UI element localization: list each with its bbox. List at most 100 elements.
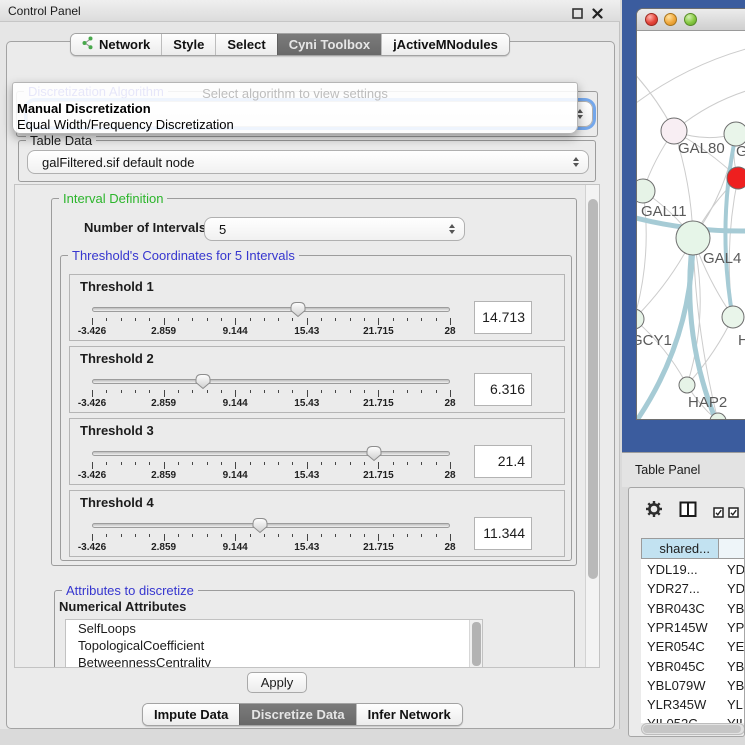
slider-handle[interactable] — [194, 373, 212, 390]
attribute-item[interactable]: SelfLoops — [66, 620, 482, 637]
tab-infer-network[interactable]: Infer Network — [356, 704, 462, 725]
tab-impute-data[interactable]: Impute Data — [143, 704, 239, 725]
tick-mark — [393, 318, 394, 321]
popup-option-manual-discretization[interactable]: Manual Discretization — [17, 101, 151, 116]
slider-track[interactable] — [92, 523, 450, 528]
tick-mark — [235, 534, 236, 541]
table-data-group: Table Data galFiltered.sif default node — [18, 140, 596, 182]
slider-track[interactable] — [92, 379, 450, 384]
threshold-label: Threshold 3 — [80, 423, 154, 438]
number-of-intervals-value: 5 — [219, 222, 226, 237]
tick-mark — [121, 534, 122, 537]
tick-mark — [407, 534, 408, 537]
network-node-label: GAL4 — [703, 250, 741, 267]
table-cell[interactable]: YBL0 — [727, 676, 745, 695]
tick-label: -3.426 — [78, 398, 106, 409]
attributes-scrollbar[interactable] — [469, 620, 482, 668]
tab-style[interactable]: Style — [161, 34, 215, 55]
tab-network[interactable]: Network — [71, 34, 161, 55]
checkbox-checked-icon[interactable] — [713, 505, 724, 523]
table-cell[interactable]: YIL0 — [727, 714, 745, 723]
checkbox-checked-icon[interactable] — [728, 505, 739, 523]
slider-handle[interactable] — [251, 517, 269, 534]
zoom-traffic-light-icon[interactable] — [684, 13, 697, 26]
network-view-window: GAL80GCGAL11GAL4GCY1HHAP2 — [636, 8, 745, 420]
threshold-value-field[interactable]: 11.344 — [474, 517, 532, 550]
table-panel-titlebar: Table Panel — [622, 452, 745, 487]
app-root: Control Panel NetworkStyleSelectCyni Too… — [0, 0, 745, 745]
tab-jactivemnodules[interactable]: jActiveMNodules — [381, 34, 509, 55]
cyni-mode-tabs: Impute DataDiscretize DataInfer Network — [142, 703, 463, 726]
close-icon[interactable] — [592, 6, 603, 17]
tick-mark — [278, 534, 279, 537]
table-cell[interactable]: YBL079W — [647, 676, 706, 695]
numerical-attributes-list: SelfLoopsTopologicalCoefficientBetweenne… — [65, 619, 483, 668]
number-of-intervals-combo[interactable]: 5 — [204, 217, 465, 241]
close-traffic-light-icon[interactable] — [645, 13, 658, 26]
table-cell[interactable]: YBR045C — [647, 657, 705, 676]
slider-track[interactable] — [92, 451, 450, 456]
tab-discretize-data[interactable]: Discretize Data — [239, 704, 355, 725]
table-horizontal-scrollbar[interactable] — [641, 723, 745, 735]
numerical-attributes-label: Numerical Attributes — [59, 599, 186, 614]
table-cell[interactable]: YBR043C — [647, 599, 705, 618]
table-cell[interactable]: YPR1 — [727, 618, 745, 637]
network-icon — [82, 36, 94, 53]
column-header-shared-name[interactable]: shared... — [641, 538, 719, 559]
table-cell[interactable]: YER0 — [727, 637, 745, 656]
table-cell[interactable]: YBR0 — [727, 599, 745, 618]
table-horizontal-scrollbar-thumb[interactable] — [643, 725, 741, 733]
tick-label: 21.715 — [363, 326, 394, 337]
popup-option-equal-width-frequency[interactable]: Equal Width/Frequency Discretization — [17, 117, 234, 132]
tick-mark — [250, 462, 251, 465]
attributes-group: Attributes to discretize Numerical Attri… — [54, 590, 575, 668]
table-cell[interactable]: YLR3 — [727, 695, 745, 714]
table-cell[interactable]: YDL19... — [647, 560, 698, 579]
tab-label: Network — [99, 37, 150, 52]
tab-cyni-toolbox[interactable]: Cyni Toolbox — [277, 34, 381, 55]
table-cell[interactable]: YDR27... — [647, 579, 700, 598]
table-cell[interactable]: YIL052C — [647, 714, 698, 723]
table-cell[interactable]: YDL1 — [727, 560, 745, 579]
table-cell[interactable]: YLR345W — [647, 695, 706, 714]
tick-mark — [321, 390, 322, 393]
attribute-item[interactable]: TopologicalCoefficient — [66, 637, 482, 654]
tab-label: Cyni Toolbox — [289, 37, 370, 52]
thresholds-group: Threshold's Coordinates for 5 Intervals … — [60, 255, 572, 561]
network-node-red[interactable] — [727, 167, 745, 189]
tab-select[interactable]: Select — [215, 34, 276, 55]
network-node-gal11[interactable] — [637, 179, 655, 203]
attributes-scrollbar-thumb[interactable] — [472, 622, 481, 666]
vertical-scrollbar[interactable] — [585, 185, 599, 667]
settings-gear-icon[interactable] — [645, 500, 663, 523]
slider-handle[interactable] — [289, 301, 307, 318]
threshold-value-field[interactable]: 21.4 — [474, 445, 532, 478]
network-node-h[interactable] — [722, 306, 744, 328]
float-window-icon[interactable] — [572, 6, 583, 17]
table-cell[interactable]: YBR0 — [727, 657, 745, 676]
network-node-hap2[interactable] — [679, 377, 695, 393]
vertical-scrollbar-thumb[interactable] — [588, 199, 598, 579]
tick-mark — [221, 462, 222, 465]
threshold-value-field[interactable]: 14.713 — [474, 301, 532, 334]
minimize-traffic-light-icon[interactable] — [664, 13, 677, 26]
tick-mark — [307, 318, 308, 325]
network-node-gcy1[interactable] — [637, 309, 644, 329]
tick-mark — [250, 534, 251, 537]
tick-mark — [407, 462, 408, 465]
attribute-item[interactable]: BetweennessCentrality — [66, 654, 482, 668]
column-layout-icon[interactable] — [679, 501, 697, 523]
table-data-combo[interactable]: galFiltered.sif default node — [27, 150, 589, 174]
threshold-value-field[interactable]: 6.316 — [474, 373, 532, 406]
network-canvas[interactable]: GAL80GCGAL11GAL4GCY1HHAP2 — [637, 31, 745, 420]
table-cell[interactable]: YDR2 — [727, 579, 745, 598]
table-cell[interactable]: YPR145W — [647, 618, 708, 637]
apply-button[interactable]: Apply — [247, 672, 307, 693]
column-header-name[interactable]: na — [719, 538, 745, 559]
thresholds-group-label: Threshold's Coordinates for 5 Intervals — [68, 248, 299, 263]
tick-mark — [235, 462, 236, 469]
slider-track[interactable] — [92, 307, 450, 312]
slider-handle[interactable] — [365, 445, 383, 462]
algorithm-popup-placeholder: Select algorithm to view settings — [13, 86, 577, 101]
table-cell[interactable]: YER054C — [647, 637, 705, 656]
